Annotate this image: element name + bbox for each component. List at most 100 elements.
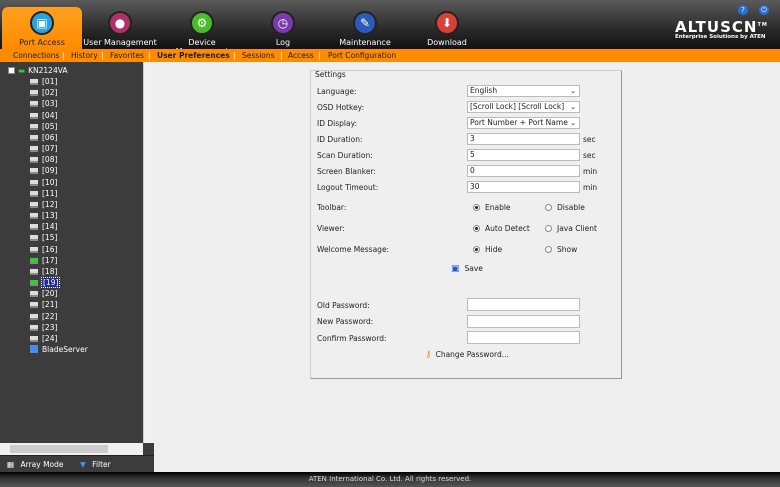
settings-legend: Settings bbox=[315, 70, 346, 79]
vertical-scrollbar[interactable] bbox=[143, 62, 154, 443]
unit-label: sec bbox=[583, 151, 596, 160]
tree-port[interactable]: [05] bbox=[30, 121, 57, 132]
tree-port[interactable]: [14] bbox=[30, 221, 57, 232]
tree-port[interactable]: [11] bbox=[30, 188, 57, 199]
screen-blanker-input[interactable]: 0 bbox=[467, 165, 580, 177]
array-mode-button[interactable]: ▦ Array Mode bbox=[7, 458, 64, 471]
port-label: [17] bbox=[42, 255, 58, 265]
confirm-password-input[interactable] bbox=[467, 331, 580, 344]
tab-device-management[interactable]: ⚙Device Management bbox=[162, 7, 242, 56]
tree-port[interactable]: [01] bbox=[30, 76, 57, 87]
monitor-icon bbox=[30, 123, 38, 130]
welcome-hide-radio[interactable]: Hide bbox=[473, 245, 502, 254]
tab-maintenance[interactable]: ✎ Maintenance bbox=[325, 7, 405, 49]
monitor-icon bbox=[30, 179, 38, 186]
tree-port[interactable]: [13] bbox=[30, 210, 57, 221]
tree-port[interactable]: [20] bbox=[30, 288, 57, 299]
osd-hotkey-select[interactable]: [Scroll Lock] [Scroll Lock] ⌄ bbox=[467, 101, 580, 113]
port-label: [14] bbox=[42, 222, 58, 232]
monitor-icon bbox=[30, 146, 38, 153]
tree-port[interactable]: [12] bbox=[30, 199, 57, 210]
logout-timeout-label: Logout Timeout: bbox=[317, 183, 379, 192]
id-display-label: ID Display: bbox=[317, 119, 357, 128]
tree-port[interactable]: [08] bbox=[30, 154, 57, 165]
monitor-icon bbox=[30, 157, 38, 164]
logout-timeout-input[interactable]: 30 bbox=[467, 181, 580, 193]
subnav-favorites[interactable]: Favorites bbox=[110, 49, 144, 62]
tab-port-access[interactable]: ▣ Port Access bbox=[2, 7, 82, 49]
tree-port[interactable]: [06] bbox=[30, 132, 57, 143]
new-password-label: New Password: bbox=[317, 317, 374, 326]
port-label: [16] bbox=[42, 244, 58, 254]
tree-port[interactable]: [19] bbox=[30, 277, 61, 289]
tree-port[interactable]: [15] bbox=[30, 232, 57, 243]
port-label: [24] bbox=[42, 333, 58, 343]
tab-label: Log bbox=[275, 38, 291, 47]
new-password-input[interactable] bbox=[467, 315, 580, 328]
subnav-history[interactable]: History bbox=[71, 49, 98, 62]
monitor-icon bbox=[30, 213, 38, 220]
tree-port[interactable]: [23] bbox=[30, 322, 57, 333]
tree-blade-server[interactable]: BladeServer bbox=[30, 344, 88, 355]
tab-label: User Management bbox=[83, 38, 157, 47]
tab-log[interactable]: ◷ Log bbox=[243, 7, 323, 49]
tree-root[interactable]: ▬ KN2124VA bbox=[8, 65, 68, 76]
port-label: [23] bbox=[42, 322, 58, 332]
filter-icon: ▼ bbox=[80, 460, 86, 469]
language-label: Language: bbox=[317, 87, 357, 96]
filter-button[interactable]: ▼ Filter bbox=[80, 458, 111, 471]
tab-label: Download bbox=[427, 38, 467, 47]
logout-icon[interactable]: ⏻ bbox=[759, 5, 769, 15]
subnav-port-configuration[interactable]: Port Configuration bbox=[328, 49, 396, 62]
monitor-icon bbox=[30, 101, 38, 108]
id-duration-input[interactable]: 3 bbox=[467, 133, 580, 145]
tree-port[interactable]: [10] bbox=[30, 177, 57, 188]
collapse-icon[interactable] bbox=[8, 67, 15, 74]
viewer-java-client-radio[interactable]: Java Client bbox=[545, 224, 597, 233]
tree-port[interactable]: [17] bbox=[30, 255, 57, 266]
tree-port[interactable]: [22] bbox=[30, 311, 57, 322]
subnav-connections[interactable]: Connections bbox=[13, 49, 59, 62]
welcome-show-radio[interactable]: Show bbox=[545, 245, 577, 254]
save-button[interactable]: ▣ Save bbox=[451, 264, 483, 274]
toolbar-enable-radio[interactable]: Enable bbox=[473, 203, 511, 212]
tab-download[interactable]: ⬇ Download bbox=[407, 7, 487, 49]
port-label: [21] bbox=[42, 300, 58, 310]
toolbar-disable-radio[interactable]: Disable bbox=[545, 203, 585, 212]
old-password-input[interactable] bbox=[467, 298, 580, 311]
id-display-select[interactable]: Port Number + Port Name ⌄ bbox=[467, 117, 580, 129]
monitor-icon bbox=[30, 112, 38, 119]
tab-label: Maintenance bbox=[339, 38, 391, 47]
monitor-icon bbox=[30, 280, 38, 287]
tree-port[interactable]: [02] bbox=[30, 87, 57, 98]
unit-label: sec bbox=[583, 135, 596, 144]
tree-port[interactable]: [24] bbox=[30, 333, 57, 344]
subnav-access[interactable]: Access bbox=[288, 49, 314, 62]
help-icon[interactable]: ? bbox=[738, 5, 748, 15]
port-label: [06] bbox=[42, 132, 58, 142]
tree-port[interactable]: [04] bbox=[30, 110, 57, 121]
tree-port[interactable]: [21] bbox=[30, 299, 57, 310]
subnav-sessions[interactable]: Sessions bbox=[242, 49, 275, 62]
monitor-icon bbox=[30, 134, 38, 141]
welcome-message-label: Welcome Message: bbox=[317, 245, 390, 254]
blade-label: BladeServer bbox=[42, 345, 88, 355]
tree-port[interactable]: [18] bbox=[30, 266, 57, 277]
viewer-auto-detect-radio[interactable]: Auto Detect bbox=[473, 224, 530, 233]
scan-duration-input[interactable]: 5 bbox=[467, 149, 580, 161]
tree-port[interactable]: [16] bbox=[30, 244, 57, 255]
subnav-user-preferences[interactable]: User Preferences bbox=[157, 49, 230, 62]
monitor-icon bbox=[30, 79, 38, 85]
device-icon: ⚙ bbox=[190, 11, 214, 35]
horizontal-scrollbar[interactable] bbox=[0, 443, 143, 455]
port-label: [07] bbox=[42, 144, 58, 154]
tree-port[interactable]: [03] bbox=[30, 98, 57, 109]
change-password-button[interactable]: ⚷ Change Password... bbox=[425, 350, 509, 360]
sidebar-toolbar: ▦ Array Mode ▼ Filter bbox=[0, 455, 154, 472]
tab-user-management[interactable]: ● User Management bbox=[80, 7, 160, 49]
tree-port[interactable]: [09] bbox=[30, 165, 57, 176]
language-select[interactable]: English ⌄ bbox=[467, 85, 580, 97]
tree-port[interactable]: [07] bbox=[30, 143, 57, 154]
monitor-icon bbox=[30, 201, 38, 208]
sub-navigation: Connections | History | Favorites | User Pr… bbox=[0, 49, 780, 62]
